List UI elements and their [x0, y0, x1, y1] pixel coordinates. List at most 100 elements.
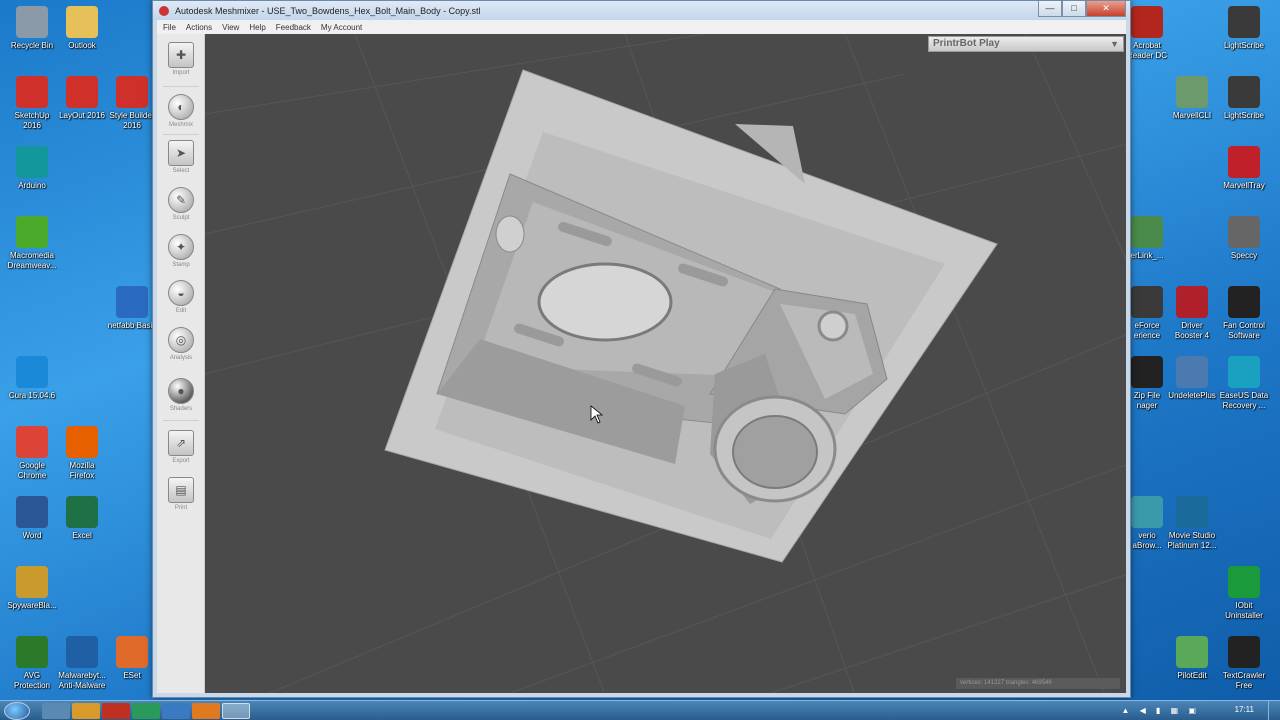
desktop-shortcut-label: Speccy [1230, 251, 1258, 260]
menu-file[interactable]: File [163, 23, 176, 32]
lightscribe-icon [1228, 6, 1260, 38]
desktop-shortcut[interactable]: LightScribe [1212, 76, 1276, 121]
tool-label: Import [172, 70, 190, 76]
desktop-shortcut-label: EaseUS Data Recovery ... [1219, 391, 1269, 410]
menu-view[interactable]: View [222, 23, 239, 32]
taskbar-explorer[interactable] [42, 703, 70, 719]
taskbar-app[interactable] [102, 703, 130, 719]
printer-select[interactable]: PrintrBot Play ▼ [928, 36, 1124, 52]
cura-icon [16, 356, 48, 388]
desktop-shortcut-label: Macromedia Dreamweav... [7, 251, 57, 270]
clock[interactable]: 17:11 [1235, 705, 1254, 714]
start-button[interactable] [4, 702, 30, 720]
driver-booster-icon [1176, 286, 1208, 318]
minimize-button[interactable]: — [1038, 1, 1062, 17]
excel-icon [66, 496, 98, 528]
pxverio-icon [1131, 496, 1163, 528]
desktop-shortcut[interactable]: EaseUS Data Recovery ... [1212, 356, 1276, 411]
taskbar-meshmixer[interactable] [222, 703, 250, 719]
iobit-icon [1228, 566, 1260, 598]
title-bar[interactable]: Autodesk Meshmixer - USE_Two_Bowdens_Hex… [153, 1, 1130, 20]
tool-edit[interactable]: ◒ Edit [157, 280, 205, 314]
edit-icon: ◒ [168, 280, 194, 306]
layout-icon [66, 76, 98, 108]
sketchup-icon [16, 76, 48, 108]
select-icon: ➤ [168, 140, 194, 166]
desktop-shortcut[interactable]: TextCrawler Free [1212, 636, 1276, 691]
style-builder-icon [116, 76, 148, 108]
model-left-boss [495, 215, 525, 253]
avg-icon [16, 636, 48, 668]
divider [163, 420, 199, 421]
maximize-button[interactable]: □ [1062, 1, 1086, 17]
arduino-icon [16, 146, 48, 178]
printer-selected-label: PrintrBot Play [933, 38, 1000, 49]
menu-actions[interactable]: Actions [186, 23, 212, 32]
menu-bar: File Actions View Help Feedback My Accou… [157, 20, 1126, 34]
chrome-icon [16, 426, 48, 458]
desktop-shortcut[interactable]: SpywareBla... [0, 566, 64, 611]
desktop-shortcut[interactable]: Mozilla Firefox [50, 426, 114, 481]
menu-help[interactable]: Help [249, 23, 265, 32]
model-threaded-hole [817, 310, 849, 342]
meshmixer-app-icon [159, 5, 169, 16]
divider [163, 86, 199, 87]
tool-print[interactable]: ▤ Print [157, 477, 205, 511]
tool-select[interactable]: ➤ Select [157, 140, 205, 174]
tool-palette: ✚ Import ◐ Meshmix ➤ Select ✎ Sculpt ✦ S… [157, 34, 205, 693]
desktop-shortcut-label: Excel [72, 531, 92, 540]
system-tray[interactable]: ▲ ◀ ▮ ▦ ▣ [1122, 706, 1200, 715]
desktop-shortcut[interactable]: Movie Studio Platinum 12... [1160, 496, 1224, 551]
taskbar-chrome[interactable] [132, 703, 160, 719]
speccy-icon [1228, 216, 1260, 248]
chevron-down-icon: ▼ [1110, 39, 1119, 49]
close-button[interactable]: ✕ [1086, 1, 1126, 17]
desktop-shortcut-label: MarvellTray [1223, 181, 1265, 190]
taskbar: ▲ ◀ ▮ ▦ ▣ 17:11 [0, 700, 1280, 720]
tool-stamp[interactable]: ✦ Stamp [157, 234, 205, 268]
recycle-bin-icon [16, 6, 48, 38]
menu-feedback[interactable]: Feedback [276, 23, 311, 32]
shaders-icon: ● [168, 378, 194, 404]
7zip-icon [1131, 356, 1163, 388]
geforce-icon [1131, 286, 1163, 318]
desktop-shortcut-label: SpywareBla... [7, 601, 57, 610]
pilotedit-icon [1176, 636, 1208, 668]
textcrawler-icon [1228, 636, 1260, 668]
3d-viewport[interactable]: PrintrBot Play ▼ vertices: 141227 triang… [205, 34, 1126, 693]
desktop-shortcut[interactable]: Excel [50, 496, 114, 541]
tool-import[interactable]: ✚ Import [157, 42, 205, 76]
window-title: Autodesk Meshmixer - USE_Two_Bowdens_Hex… [175, 5, 481, 16]
tool-shaders[interactable]: ● Shaders [157, 378, 205, 412]
desktop-shortcut-label: Movie Studio Platinum 12... [1167, 531, 1217, 550]
tool-sculpt[interactable]: ✎ Sculpt [157, 187, 205, 221]
tool-meshmix[interactable]: ◐ Meshmix [157, 94, 205, 128]
desktop-shortcut[interactable]: Cura 15.04.6 [0, 356, 64, 401]
desktop-shortcut[interactable]: Outlook [50, 6, 114, 51]
desktop-shortcut[interactable]: Macromedia Dreamweav... [0, 216, 64, 271]
menu-my-account[interactable]: My Account [321, 23, 362, 32]
easeus-icon [1228, 356, 1260, 388]
show-desktop-button[interactable] [1268, 701, 1280, 720]
taskbar-ie[interactable] [162, 703, 190, 719]
taskbar-media[interactable] [192, 703, 220, 719]
desktop-shortcut[interactable]: Speccy [1212, 216, 1276, 261]
tool-analysis[interactable]: ◎ Analysis [157, 327, 205, 361]
desktop-shortcut[interactable]: Arduino [0, 146, 64, 191]
meshmix-icon: ◐ [168, 94, 194, 120]
desktop-shortcut[interactable]: MarvellTray [1212, 146, 1276, 191]
tool-export[interactable]: ⇗ Export [157, 430, 205, 464]
desktop-shortcut[interactable]: Fan Control Software [1212, 286, 1276, 341]
desktop-shortcut-label: Mozilla Firefox [69, 461, 95, 480]
taskbar-folder[interactable] [72, 703, 100, 719]
export-icon: ⇗ [168, 430, 194, 456]
eset-icon [116, 636, 148, 668]
scene-svg [205, 34, 1126, 693]
desktop-shortcut-label: Cura 15.04.6 [8, 391, 56, 400]
model-oval-hole [537, 262, 673, 342]
desktop-shortcut[interactable]: LightScribe [1212, 6, 1276, 51]
acrobat-icon [1131, 6, 1163, 38]
desktop-shortcut[interactable]: IObit Uninstaller [1212, 566, 1276, 621]
lightscribe-icon [1228, 76, 1260, 108]
desktop-shortcut-label: TextCrawler Free [1222, 671, 1266, 690]
